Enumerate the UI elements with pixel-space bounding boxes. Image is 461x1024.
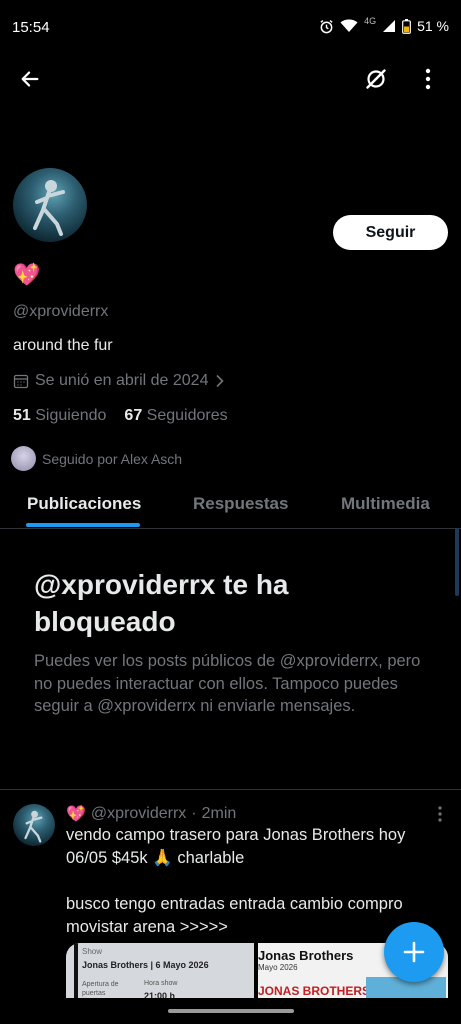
- post-header: 💖 @xproviderrx · 2min: [66, 804, 236, 824]
- post-time: 2min: [201, 805, 237, 822]
- tab-publicaciones[interactable]: Publicaciones: [27, 494, 141, 514]
- slash-circle-icon: [366, 69, 386, 89]
- ticket-edge: [74, 943, 78, 999]
- following-label: Siguiendo: [35, 407, 107, 424]
- divider: [0, 789, 461, 790]
- dancer-figure-icon: [24, 810, 43, 843]
- wifi-icon: [340, 19, 358, 32]
- followers-link[interactable]: 67 Seguidores: [124, 407, 227, 425]
- post-avatar[interactable]: [13, 804, 55, 846]
- post-name-emoji: 💖: [66, 806, 86, 823]
- chevron-right-icon: [216, 374, 225, 388]
- follow-button[interactable]: Seguir: [333, 215, 448, 250]
- blocked-text: Puedes ver los posts públicos de @xprovi…: [34, 652, 421, 715]
- media-left-col2: Hora show: [144, 980, 178, 987]
- calendar-icon: [13, 374, 29, 389]
- blocked-notice: @xproviderrx te ha bloqueado Puedes ver …: [34, 566, 429, 718]
- post-text: vendo campo trasero para Jonas Brothers …: [66, 826, 406, 936]
- status-icons: 4G 51 %: [319, 16, 449, 34]
- tab-respuestas[interactable]: Respuestas: [193, 494, 288, 514]
- followers-count: 67: [124, 407, 143, 424]
- grok-button[interactable]: [356, 59, 396, 99]
- alarm-icon: [320, 19, 333, 33]
- status-time: 15:54: [12, 19, 50, 36]
- post-handle[interactable]: @xproviderrx: [91, 805, 186, 823]
- scrollbar[interactable]: [455, 528, 459, 596]
- more-vertical-icon: [438, 806, 442, 822]
- follow-counts: 51 Siguiendo 67 Seguidores: [13, 407, 228, 425]
- back-button[interactable]: [10, 59, 50, 99]
- dancer-figure-icon: [33, 180, 65, 236]
- compose-button[interactable]: [384, 922, 444, 982]
- signal-icon: [383, 20, 396, 32]
- profile-avatar[interactable]: [13, 168, 87, 242]
- profile-tabs: Publicaciones Respuestas Multimedia: [0, 482, 461, 529]
- followed-by[interactable]: Seguido por Alex Asch: [11, 446, 182, 471]
- following-link[interactable]: 51 Siguiendo: [13, 407, 106, 425]
- media-right-title: Jonas Brothers: [258, 948, 354, 963]
- joined-date[interactable]: Se unió en abril de 2024: [13, 372, 226, 390]
- joined-text: Se unió en abril de 2024: [35, 372, 209, 389]
- tab-multimedia[interactable]: Multimedia: [341, 494, 430, 514]
- battery-level: 51 %: [417, 18, 449, 34]
- home-gesture-handle[interactable]: [168, 1009, 294, 1013]
- followed-by-text: Seguido por Alex Asch: [42, 450, 183, 467]
- follower-avatar: [11, 446, 36, 471]
- arrow-left-icon: [21, 71, 39, 87]
- media-right-banner: JONAS BROTHERS: [258, 984, 371, 998]
- media-left-label: Show: [82, 947, 103, 956]
- profile-name-emoji: 💖: [13, 262, 41, 287]
- more-vertical-icon: [425, 68, 431, 90]
- network-type: 4G: [364, 16, 377, 26]
- profile-bio: around the fur: [13, 337, 113, 354]
- more-options-button[interactable]: [408, 59, 448, 99]
- blocked-title: @xproviderrx te ha bloqueado: [34, 569, 289, 637]
- profile-handle: @xproviderrx: [13, 303, 109, 320]
- active-tab-indicator: [26, 523, 140, 527]
- plus-icon: [403, 941, 425, 963]
- media-image-left[interactable]: Show Jonas Brothers | 6 Mayo 2026 Apertu…: [66, 943, 254, 999]
- status-bar: 15:54 4G 51 %: [0, 0, 461, 56]
- top-toolbar: [0, 56, 461, 104]
- media-right-sub: Mayo 2026: [258, 963, 298, 972]
- media-left-col1: Apertura de puertas: [82, 981, 119, 997]
- followers-label: Seguidores: [146, 407, 228, 424]
- post-more-button[interactable]: [432, 804, 448, 824]
- media-left-title: Jonas Brothers | 6 Mayo 2026: [82, 960, 209, 970]
- post-separator: ·: [191, 805, 197, 822]
- battery-icon: [402, 18, 411, 34]
- following-count: 51: [13, 407, 31, 424]
